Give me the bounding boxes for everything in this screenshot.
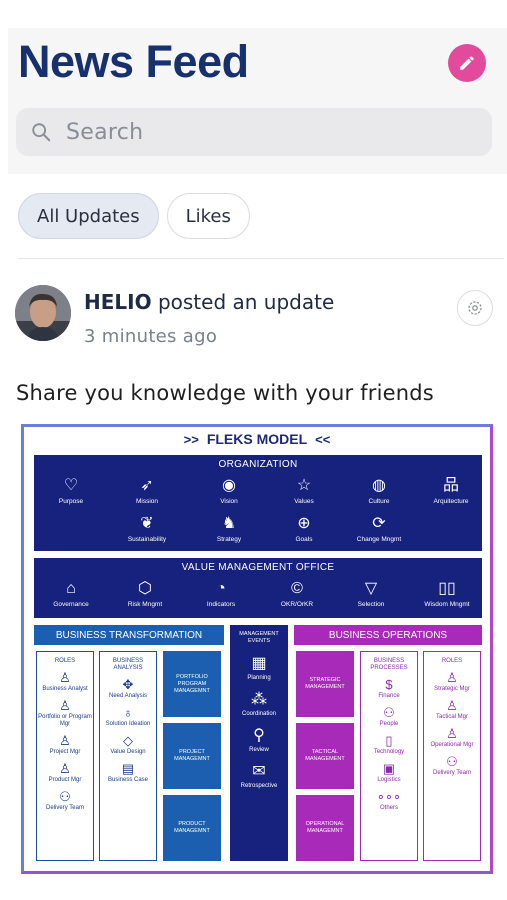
bo-roles-column: ROLES ♙ Strategic Mgr ♙ Tactical Mgr ♙ Oper… bbox=[423, 651, 481, 861]
post-author[interactable]: HELIO bbox=[84, 290, 152, 314]
vmo-item: ◔ Indicators bbox=[188, 580, 254, 608]
person-icon: ♙ bbox=[446, 698, 458, 713]
post-options-button[interactable] bbox=[457, 290, 493, 326]
search-placeholder: Search bbox=[66, 119, 144, 145]
chat-icon: ✉ bbox=[252, 763, 266, 780]
bo-processes-column: BUSINESS PROCESSES $ Finance ⚇ People ▯ Tec… bbox=[360, 651, 418, 861]
vmo-item: ▽ Selection bbox=[338, 580, 404, 608]
org-item: ➶ Mission bbox=[114, 477, 180, 505]
org-item: 品 Arquitecture bbox=[418, 477, 484, 505]
business-transformation-bar: BUSINESS TRANSFORMATION bbox=[34, 625, 224, 645]
document-icon: ▤ bbox=[121, 761, 135, 776]
person-icon: ♙ bbox=[59, 761, 71, 776]
cube-icon: ⬡ bbox=[138, 580, 152, 597]
bo-tile: TACTICAL MANAGEMENT bbox=[296, 723, 354, 789]
post-image-fleks-model[interactable]: >> FLEKS MODEL << ORGANIZATION ♡ Purpose ➶ M… bbox=[21, 424, 493, 874]
bt-roles-column: ROLES ♙ Business Analyst ♙ Portfolio or Pr… bbox=[36, 651, 94, 861]
post-header: HELIO posted an update bbox=[84, 290, 334, 314]
vmo-title: VALUE MANAGEMENT OFFICE bbox=[181, 562, 335, 573]
person-icon: ♙ bbox=[59, 733, 71, 748]
user-photo-icon bbox=[15, 285, 71, 341]
star-icon: ☆ bbox=[296, 477, 312, 494]
arrow-left-icon: << bbox=[315, 432, 331, 447]
bt-analysis-column: BUSINESS ANALYSIS ✥ Need Analysis ♁ Soluti… bbox=[99, 651, 157, 861]
org-item: ◍ Culture bbox=[346, 477, 412, 505]
person-icon: ♙ bbox=[59, 670, 71, 685]
refresh-icon: ⟳ bbox=[372, 515, 386, 532]
org-item: ⟳ Change Mngmt bbox=[346, 515, 412, 543]
header: News Feed Search bbox=[8, 28, 507, 174]
diamond-icon: ◇ bbox=[123, 733, 133, 748]
search-input[interactable]: Search bbox=[16, 108, 492, 156]
organization-title: ORGANIZATION bbox=[218, 459, 298, 470]
settings-icon bbox=[468, 301, 482, 315]
rocket-icon: ➶ bbox=[140, 477, 154, 494]
vmo-item: ▯▯ Wisdom Mngmt bbox=[414, 580, 480, 608]
move-icon: ✥ bbox=[122, 677, 134, 692]
target-icon: ⊕ bbox=[297, 515, 311, 532]
organization-block: ORGANIZATION ♡ Purpose ➶ Mission ◉ Vision ☆… bbox=[34, 455, 482, 551]
org-item: ❦ Sustainability bbox=[114, 515, 180, 543]
post-timestamp: 3 minutes ago bbox=[84, 326, 218, 347]
dots-icon: ∘∘∘ bbox=[376, 789, 402, 804]
bt-tile: PORTFOLIO PROGRAM MANAGEMNT bbox=[163, 651, 221, 717]
management-events-block: MANAGEMENT EVENTS ▦ Planning ⁂ Coordinatio… bbox=[230, 625, 288, 861]
pencil-icon bbox=[460, 56, 474, 70]
bank-icon: ⌂ bbox=[66, 580, 76, 597]
bo-tile: OPERATIONAL MANAGEMNT bbox=[296, 795, 354, 861]
gauge-icon: ◔ bbox=[216, 580, 226, 597]
person-icon: ♙ bbox=[59, 698, 71, 713]
network-icon: ⁂ bbox=[251, 691, 267, 708]
hierarchy-icon: 品 bbox=[442, 477, 459, 494]
org-item: ◉ Vision bbox=[196, 477, 262, 505]
team-icon: ⚇ bbox=[446, 754, 458, 769]
head-icon: ◍ bbox=[372, 477, 386, 494]
bt-tile: PROJECT MANAGEMNT bbox=[163, 723, 221, 789]
org-item: ♞ Strategy bbox=[196, 515, 262, 543]
vmo-item: © OKR/OrKR bbox=[264, 580, 330, 608]
leaf-icon: ❦ bbox=[140, 515, 154, 532]
tab-likes[interactable]: Likes bbox=[166, 193, 250, 239]
org-item: ☆ Values bbox=[271, 477, 337, 505]
chart-icon: ▦ bbox=[251, 655, 267, 672]
person-icon: ♙ bbox=[446, 726, 458, 741]
vmo-item: ⬡ Risk Mngmt bbox=[112, 580, 178, 608]
vmo-item: ⌂ Governance bbox=[38, 580, 104, 608]
business-operations-bar: BUSINESS OPERATIONS bbox=[294, 625, 482, 645]
bt-tile: PRODUCT MANAGEMNT bbox=[163, 795, 221, 861]
vmo-block: VALUE MANAGEMENT OFFICE ⌂ Governance ⬡ Ris… bbox=[34, 558, 482, 618]
divider bbox=[18, 258, 504, 259]
person-icon: ♙ bbox=[446, 670, 458, 685]
post-action: posted an update bbox=[157, 290, 335, 314]
feed-tabs: All Updates Likes bbox=[18, 193, 250, 239]
arrow-right-icon: >> bbox=[183, 432, 199, 447]
people-icon: ⚇ bbox=[383, 705, 395, 720]
avatar[interactable] bbox=[15, 285, 71, 341]
book-icon: ▯▯ bbox=[438, 580, 456, 597]
magnifier-icon: ⚲ bbox=[253, 727, 265, 744]
org-item: ⊕ Goals bbox=[271, 515, 337, 543]
boxes-icon: ▣ bbox=[382, 761, 396, 776]
search-icon bbox=[32, 123, 51, 142]
heart-icon: ♡ bbox=[63, 477, 79, 494]
chess-icon: ♞ bbox=[221, 515, 237, 532]
compose-button[interactable] bbox=[448, 44, 486, 82]
eye-icon: ◉ bbox=[222, 477, 236, 494]
dollar-icon: $ bbox=[385, 677, 393, 692]
bulb-icon: ♁ bbox=[123, 705, 133, 720]
filter-icon: ▽ bbox=[364, 580, 378, 597]
copyright-icon: © bbox=[291, 580, 303, 597]
page-title: News Feed bbox=[18, 36, 249, 87]
team-icon: ⚇ bbox=[59, 789, 71, 804]
model-title: >> FLEKS MODEL << bbox=[183, 431, 331, 447]
tab-all-updates[interactable]: All Updates bbox=[18, 193, 159, 239]
post-text: Share you knowledge with your friends bbox=[16, 381, 434, 405]
device-icon: ▯ bbox=[385, 733, 393, 748]
org-item: ♡ Purpose bbox=[38, 477, 104, 505]
bo-tile: STRATEGIC MANAGEMENT bbox=[296, 651, 354, 717]
